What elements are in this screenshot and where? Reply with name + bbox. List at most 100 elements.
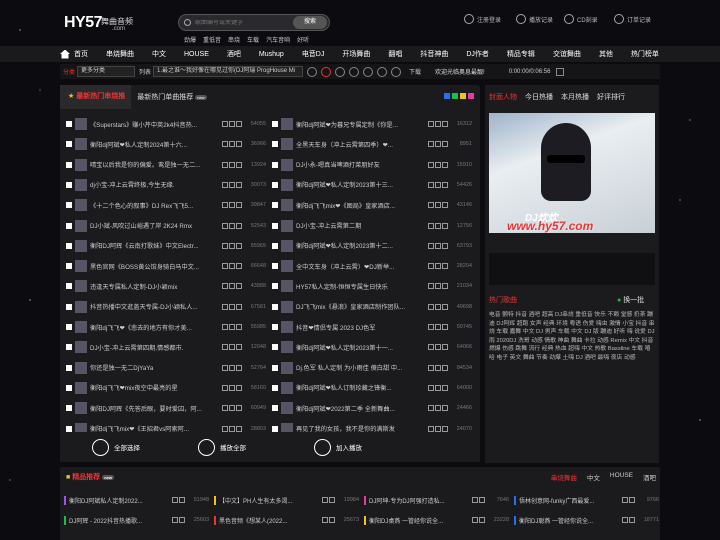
play-history-link[interactable]: 播放记录 — [516, 14, 553, 24]
rec-row[interactable]: 衡阳DJ桌燕 一管经你说全... 23228 — [364, 513, 509, 527]
add-icon[interactable] — [435, 263, 441, 270]
prev-icon[interactable] — [307, 66, 318, 77]
nav-item[interactable]: HOUSE — [184, 51, 209, 58]
song-checkbox[interactable] — [272, 222, 278, 229]
rec-tab[interactable]: 串烧舞曲 — [551, 472, 577, 482]
play-icon[interactable] — [472, 497, 478, 503]
nav-item[interactable]: 精品专辑 — [507, 49, 535, 59]
play-icon[interactable] — [428, 405, 434, 412]
order-link[interactable]: 订单记录 — [614, 14, 651, 24]
song-row[interactable]: DJ小宝-冲上云霄第四期,情感都市. 12048 — [66, 338, 266, 356]
add-icon[interactable] — [229, 405, 235, 412]
rec-tab[interactable]: HOUSE — [610, 472, 633, 482]
color-square[interactable] — [444, 93, 450, 99]
play-icon[interactable] — [428, 425, 434, 432]
play-icon[interactable] — [222, 121, 228, 127]
song-checkbox[interactable] — [66, 303, 72, 310]
add-icon[interactable] — [435, 364, 441, 371]
play-icon[interactable] — [428, 364, 434, 371]
nav-item[interactable]: 酒吧 — [227, 49, 241, 59]
play-icon[interactable] — [222, 263, 228, 270]
rec-title[interactable]: 衡阳DJ桌燕 一管经你说全... — [369, 516, 471, 525]
play-icon[interactable] — [222, 222, 228, 229]
song-row[interactable]: 你还是独一无二DjYaYa 52764 — [66, 359, 266, 377]
song-title[interactable]: 衡阳dj阿斌❤私人订制珍藏之锋衡... — [296, 383, 427, 392]
song-title[interactable]: Dj.色军 私人定制 为小雨佳 傻白甜 中... — [296, 363, 427, 372]
color-square[interactable] — [452, 93, 458, 99]
play-icon[interactable] — [222, 242, 228, 249]
song-checkbox[interactable] — [272, 324, 278, 330]
download-button[interactable]: 下载 — [409, 67, 421, 76]
play-icon[interactable] — [222, 283, 228, 290]
song-row[interactable]: 衡阳dj阿斌❤2022第二季 全新舞曲... 24466 — [272, 399, 472, 417]
play-icon[interactable] — [222, 181, 228, 188]
play-icon[interactable] — [222, 405, 228, 412]
song-row[interactable]: dj小宝-冲上云霄终极,今生无缘. 30073 — [66, 176, 266, 194]
song-checkbox[interactable] — [66, 242, 72, 249]
play-icon[interactable] — [428, 324, 434, 330]
song-row[interactable]: 全黑天车身（冲上云霄第四季）❤... 8951 — [272, 135, 472, 153]
add-icon[interactable] — [229, 283, 235, 290]
song-row[interactable]: 衡阳dj飞飞mix❤《图局》皇家酒店... 43146 — [272, 196, 472, 214]
song-row[interactable]: DJ小永-嗯真当啤酒打菜朋好友 15910 — [272, 156, 472, 174]
play-icon[interactable] — [222, 344, 228, 351]
song-row[interactable]: 违逢天专属私人定制-DJ小颖mix 43888 — [66, 277, 266, 295]
song-row[interactable]: DJ小斌-风吹过山峪遇了岸 2K24 Rmx 52543 — [66, 217, 266, 235]
rec-row[interactable]: 黑色音频《想某人(2022... 25673 — [214, 513, 359, 527]
song-title[interactable]: DJ飞飞mix《悬浪》皇家酒店制作团队... — [296, 302, 427, 311]
add-icon[interactable] — [435, 405, 441, 412]
add-icon[interactable] — [435, 121, 441, 127]
play-icon[interactable] — [622, 497, 628, 503]
song-row[interactable]: 《十二个色心的叙事》DJ Rex飞飞5... 39847 — [66, 196, 266, 214]
rec-title[interactable]: DJ阿辉 - 2022抖音热播歌... — [69, 516, 171, 525]
rec-row[interactable]: 衡阳DJ阿斌私人定制2022... 51948 — [64, 493, 209, 507]
play-icon[interactable] — [222, 425, 228, 432]
song-title[interactable]: HY57私人定制-恒恒专属生日快乐 — [296, 282, 427, 291]
song-title[interactable]: 抖音❤情侣专属 2023 DJ色军 — [296, 323, 427, 332]
song-row[interactable]: HY57私人定制-恒恒专属生日快乐 21034 — [272, 277, 472, 295]
play-icon[interactable] — [622, 517, 628, 523]
play-icon[interactable] — [222, 324, 228, 330]
play-icon[interactable] — [428, 303, 434, 310]
rec-row[interactable]: 悟林创意网-funky广西最爱... 9766 — [514, 493, 659, 507]
hot-tag[interactable]: 车载 — [247, 35, 259, 44]
song-title[interactable]: 你还是独一无二DjYaYa — [90, 363, 221, 372]
rec-tab[interactable]: 酒吧 — [643, 472, 656, 482]
add-icon[interactable] — [229, 344, 235, 351]
nav-item[interactable]: 热门榜单 — [631, 49, 659, 59]
like-icon[interactable] — [391, 66, 402, 77]
hot-tag[interactable]: 劲爆 — [184, 35, 196, 44]
song-row[interactable]: 黑色官网《BOSS黄公馆身骑白马中文... 66648 — [66, 257, 266, 275]
hot-tag[interactable]: 重低音 — [203, 35, 221, 44]
add-to-playlist-button[interactable]: 加入播放 — [314, 438, 362, 456]
add-icon[interactable] — [435, 283, 441, 290]
select-all-button[interactable]: 全部选择 — [92, 438, 140, 456]
song-checkbox[interactable] — [66, 283, 72, 290]
search-input[interactable] — [195, 19, 300, 26]
rec-row[interactable]: DJ阿辉 - 2022抖音热播歌... 25603 — [64, 513, 209, 527]
color-square[interactable] — [468, 93, 474, 99]
song-title[interactable]: DJ小斌-风吹过山峪遇了岸 2K24 Rmx — [90, 221, 221, 230]
song-title[interactable]: dj小宝-冲上云霄终极,今生无缘. — [90, 180, 221, 189]
rec-title[interactable]: 【中文】PH人生有太多渴... — [219, 496, 321, 505]
song-row[interactable]: 衡阳DJ阿辉《先答后眼，要时爱囚，阿... 60949 — [66, 399, 266, 417]
add-icon[interactable] — [229, 181, 235, 188]
cd-burn-link[interactable]: CD刻录 — [564, 14, 598, 24]
song-title[interactable]: 晴宝以后我是你的偏爱。鸾是独一无二... — [90, 160, 221, 169]
play-icon[interactable] — [172, 497, 178, 503]
add-icon[interactable] — [435, 384, 441, 391]
add-icon[interactable] — [229, 242, 235, 249]
add-icon[interactable] — [229, 202, 235, 209]
song-row[interactable]: 衡阳dj阿斌❤私人定制2023第十二... 63793 — [272, 237, 472, 255]
play-icon[interactable] — [428, 141, 434, 148]
song-title[interactable]: 衡阳DJ阿辉《先答后眼，要时爱囚，阿... — [90, 404, 221, 413]
song-row[interactable]: 全中文车身（冲上云霄）❤DJ新举... 28204 — [272, 257, 472, 275]
play-icon[interactable] — [428, 181, 434, 188]
song-title[interactable]: 衡阳dj阿斌❤为暮兄专属定制《你是... — [296, 120, 427, 129]
nav-item[interactable]: DJ作者 — [466, 49, 489, 59]
song-row[interactable]: Dj.色军 私人定制 为小雨佳 傻白甜 中... 84534 — [272, 359, 472, 377]
site-logo[interactable]: HY57 — [64, 14, 103, 32]
song-title[interactable]: 违逢天专属私人定制-DJ小颖mix — [90, 282, 221, 291]
song-title[interactable]: 衡阳dj阿斌❤2022第二季 全新舞曲... — [296, 404, 427, 413]
next-icon[interactable] — [335, 66, 346, 77]
